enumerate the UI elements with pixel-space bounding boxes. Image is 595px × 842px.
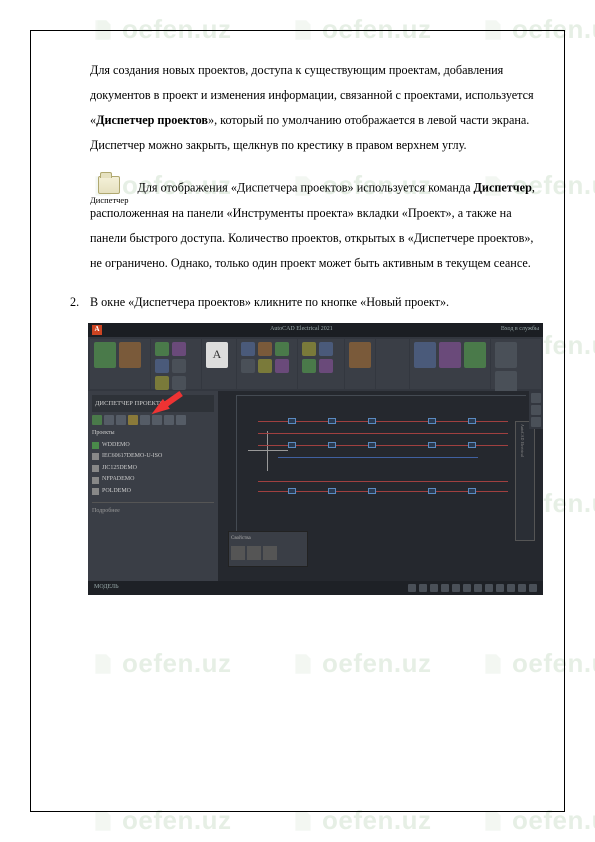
tree-item[interactable]: WDDEMO [92,440,214,452]
schematic-symbol[interactable] [328,418,336,424]
status-icon[interactable] [518,584,526,592]
toolbar-button[interactable] [164,415,174,425]
status-icon[interactable] [441,584,449,592]
bold-dispatcher: Диспетчер [474,181,532,195]
ribbon-icon[interactable] [414,342,436,368]
tree-item[interactable]: IEC60617DEMO-U-ISO [92,451,214,463]
ribbon-icon[interactable] [319,359,333,373]
ribbon-icon[interactable] [172,376,186,390]
app-title: AutoCAD Electrical 2021 [270,323,333,335]
schematic-symbol[interactable] [428,488,436,494]
ribbon-icon[interactable] [155,359,169,373]
autocad-screenshot: A AutoCAD Electrical 2021 Вход в службы … [88,323,543,595]
ribbon-icon[interactable] [302,359,316,373]
document-content: Для создания новых проектов, доступа к с… [90,58,539,595]
paragraph-2: Диспетчер Для отображения «Диспетчера пр… [90,172,539,276]
tool-icon[interactable] [531,405,541,415]
properties-palette: Свойства [228,531,308,567]
crosshair-cursor [248,431,288,471]
schematic-symbol[interactable] [368,442,376,448]
ribbon-icon[interactable] [172,342,186,356]
schematic-symbol[interactable] [328,442,336,448]
toolbar-button[interactable] [140,415,150,425]
app-logo-icon: A [92,325,102,335]
ribbon-icon[interactable] [119,342,141,368]
ribbon-icon[interactable] [94,342,116,368]
ribbon-icon[interactable] [155,342,169,356]
status-icon[interactable] [463,584,471,592]
schematic-symbol[interactable] [288,488,296,494]
list-number: 2. [70,290,79,315]
ribbon-icon[interactable] [241,342,255,356]
ribbon-icon[interactable] [302,342,316,356]
ribbon-icon[interactable] [464,342,486,368]
ribbon-icon[interactable] [241,359,255,373]
bold-dispatcher-proj: Диспетчер проектов [96,113,208,127]
schematic-symbol[interactable] [288,418,296,424]
schematic-symbol[interactable] [428,418,436,424]
ribbon-icon[interactable] [275,342,289,356]
ribbon-icon[interactable] [275,359,289,373]
ribbon-icon[interactable] [172,359,186,373]
schematic-symbol[interactable] [468,418,476,424]
toolbar-button[interactable] [128,415,138,425]
ribbon-icon[interactable] [349,342,371,368]
ribbon-icon[interactable] [495,342,517,368]
titlebar-right: Вход в службы [501,323,539,335]
status-icon[interactable] [419,584,427,592]
right-toolbar [529,391,543,429]
list-item-2: 2. В окне «Диспетчера проектов» кликните… [90,290,539,315]
status-icon[interactable] [507,584,515,592]
ribbon-icon[interactable] [258,342,272,356]
tree-section: Проекты [92,428,214,440]
status-icon[interactable] [529,584,537,592]
toolbar-button[interactable] [116,415,126,425]
project-tree: Проекты WDDEMO IEC60617DEMO-U-ISO JIC125… [92,428,214,498]
ribbon-icon[interactable] [439,342,461,368]
schematic-symbol[interactable] [368,488,376,494]
app-titlebar: A AutoCAD Electrical 2021 Вход в службы [88,323,543,337]
palette-icon[interactable] [231,546,245,560]
title-block: AutoCAD Electrical [515,421,535,541]
status-bar: МОДЕЛЬ [88,581,543,595]
dispatcher-icon-label: Диспетчер [90,196,128,205]
schematic-symbol[interactable] [368,418,376,424]
schematic-symbol[interactable] [288,442,296,448]
palette-icon[interactable] [247,546,261,560]
new-project-button[interactable] [92,415,102,425]
schematic-symbol[interactable] [328,488,336,494]
schematic-symbol[interactable] [468,442,476,448]
list-item-2-text: В окне «Диспетчера проектов» кликните по… [90,295,449,309]
status-icon[interactable] [452,584,460,592]
status-icon[interactable] [496,584,504,592]
folder-icon [98,176,120,194]
status-model[interactable]: МОДЕЛЬ [94,581,119,593]
status-icon[interactable] [474,584,482,592]
tree-item[interactable]: JIC125DEMO [92,463,214,475]
tree-item[interactable]: NFPADEMO [92,474,214,486]
tool-icon[interactable] [531,393,541,403]
dispatcher-icon-block: Диспетчер [90,176,128,205]
ribbon-icon[interactable]: A [206,342,228,368]
paragraph-1: Для создания новых проектов, доступа к с… [90,58,539,158]
schematic-symbol[interactable] [468,488,476,494]
tree-item[interactable]: POLDEMO [92,486,214,498]
status-icon[interactable] [485,584,493,592]
toolbar-button[interactable] [176,415,186,425]
ribbon-icon[interactable] [258,359,272,373]
status-icon[interactable] [408,584,416,592]
tool-icon[interactable] [531,417,541,427]
details-section: Подробнее [92,502,214,517]
ribbon-icon[interactable] [155,376,169,390]
toolbar-button[interactable] [104,415,114,425]
ribbon: A [88,337,543,391]
project-manager-panel: ДИСПЕТЧЕР ПРОЕКТОВ Проекты WDDEMO IEC606… [88,391,218,581]
ribbon-icon[interactable] [319,342,333,356]
schematic-symbol[interactable] [428,442,436,448]
status-icon[interactable] [430,584,438,592]
palette-icon[interactable] [263,546,277,560]
